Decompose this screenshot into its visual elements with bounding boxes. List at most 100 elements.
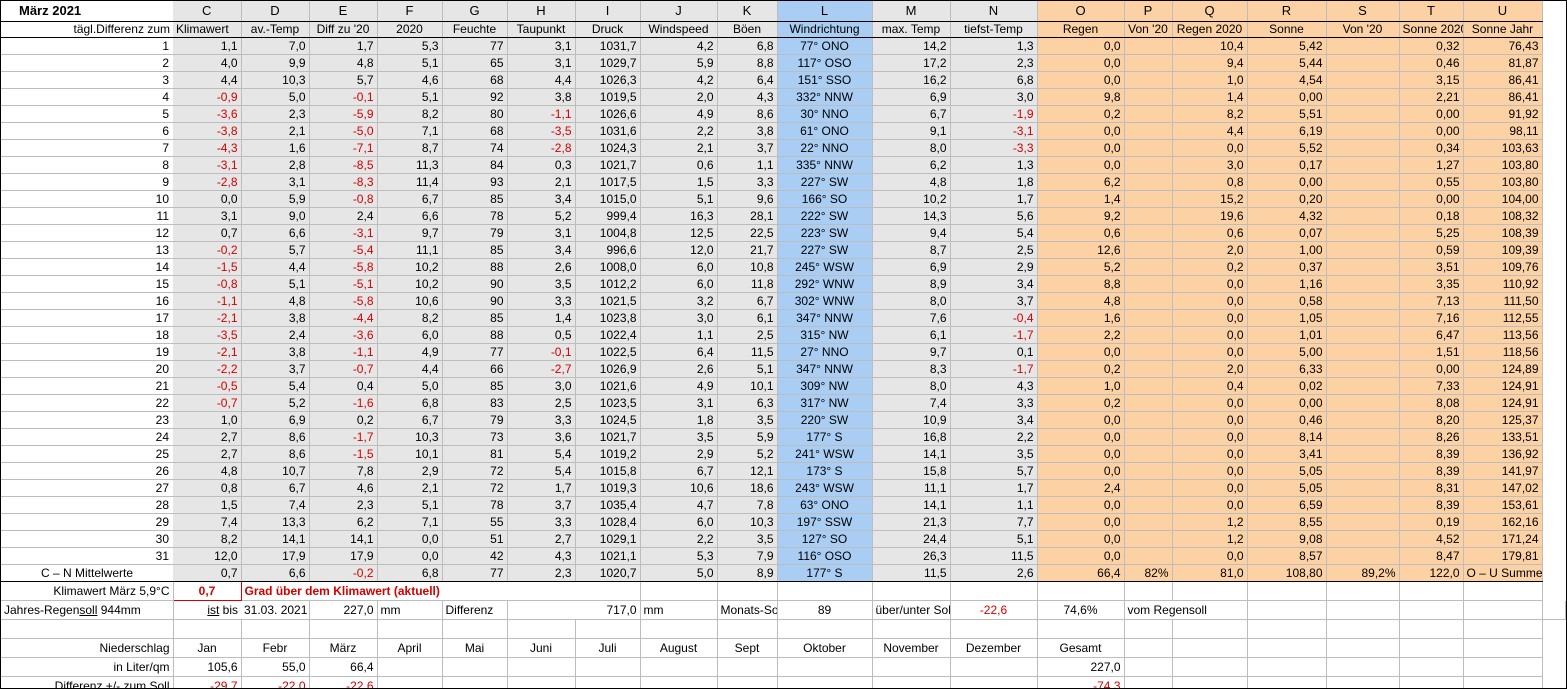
table-cell[interactable]: 1012,2 [575, 275, 641, 293]
table-cell[interactable]: 77 [442, 37, 508, 55]
table-cell[interactable]: 88 [442, 326, 508, 344]
column-letter-d[interactable]: D [241, 1, 310, 22]
table-cell[interactable]: 0,2 [1172, 258, 1248, 276]
diff-cell[interactable] [575, 676, 641, 688]
table-cell[interactable]: 6,47 [1399, 326, 1464, 344]
table-cell[interactable]: 1026,3 [575, 71, 641, 89]
table-cell[interactable]: 6,6 [241, 224, 310, 242]
table-cell[interactable]: 92 [442, 88, 508, 106]
table-cell[interactable] [1124, 394, 1173, 412]
table-cell[interactable]: 28,1 [717, 207, 778, 225]
table-cell[interactable]: 1,8 [640, 411, 718, 429]
table-cell[interactable]: 103,80 [1463, 156, 1543, 174]
table-cell[interactable]: 179,81 [1463, 547, 1543, 565]
table-cell[interactable]: 335° NNW [777, 156, 873, 174]
table-cell[interactable]: 88 [442, 258, 508, 276]
table-cell[interactable]: 76,43 [1463, 37, 1543, 55]
row-day[interactable]: 22 [1, 394, 173, 412]
diff-cell[interactable] [717, 676, 778, 688]
table-cell[interactable]: 4,8 [241, 292, 310, 310]
table-cell[interactable]: 108,32 [1463, 207, 1543, 225]
table-cell[interactable]: 5,4 [507, 462, 576, 480]
table-cell[interactable]: 3,1 [507, 37, 576, 55]
table-cell[interactable] [1124, 343, 1173, 361]
table-cell[interactable]: 2,9 [640, 445, 718, 463]
table-cell[interactable]: 0,59 [1399, 241, 1464, 259]
table-cell[interactable] [1326, 326, 1400, 344]
table-cell[interactable]: 0,32 [1399, 37, 1464, 55]
table-cell[interactable]: 292° WNW [777, 275, 873, 293]
table-cell[interactable]: 3,3 [507, 513, 576, 531]
diff-cell[interactable] [377, 676, 443, 688]
table-cell[interactable]: 6,2 [1037, 173, 1125, 191]
table-cell[interactable]: 3,5 [950, 445, 1038, 463]
table-cell[interactable]: 0,0 [1037, 343, 1125, 361]
table-cell[interactable]: 347° NNW [777, 309, 873, 327]
table-cell[interactable]: 8,0 [872, 377, 951, 395]
table-cell[interactable]: 93 [442, 173, 508, 191]
table-cell[interactable]: 2,4 [309, 207, 378, 225]
table-cell[interactable]: 15,8 [872, 462, 951, 480]
table-cell[interactable]: 3,15 [1399, 71, 1464, 89]
table-cell[interactable]: -5,4 [309, 241, 378, 259]
table-cell[interactable]: 5,1 [377, 88, 443, 106]
table-cell[interactable]: 0,19 [1399, 513, 1464, 531]
table-cell[interactable]: 72 [442, 462, 508, 480]
mean-cell[interactable]: -0,2 [309, 564, 378, 582]
row-day[interactable]: 12 [1, 224, 173, 242]
table-cell[interactable]: 6,4 [640, 343, 718, 361]
table-cell[interactable]: -5,1 [309, 275, 378, 293]
table-cell[interactable]: 5,2 [507, 207, 576, 225]
row-day[interactable]: 28 [1, 496, 173, 514]
table-cell[interactable]: 11,3 [377, 156, 443, 174]
table-cell[interactable]: 5,51 [1247, 105, 1327, 123]
table-cell[interactable]: 1024,3 [575, 139, 641, 157]
table-cell[interactable]: 14,1 [309, 530, 378, 548]
table-cell[interactable]: 5,1 [717, 360, 778, 378]
table-cell[interactable]: 141,97 [1463, 462, 1543, 480]
table-cell[interactable]: 0,3 [507, 156, 576, 174]
table-cell[interactable]: 42 [442, 547, 508, 565]
table-cell[interactable]: 0,0 [1037, 411, 1125, 429]
table-cell[interactable] [1326, 105, 1400, 123]
row-day[interactable]: 29 [1, 513, 173, 531]
table-cell[interactable]: 0,0 [1037, 513, 1125, 531]
table-cell[interactable]: 0,7 [173, 224, 242, 242]
table-cell[interactable]: 1021,1 [575, 547, 641, 565]
table-cell[interactable] [1124, 309, 1173, 327]
table-cell[interactable]: 3,4 [950, 411, 1038, 429]
column-letter-c[interactable]: C [173, 1, 242, 22]
table-cell[interactable] [1124, 428, 1173, 446]
table-cell[interactable]: 0,0 [1037, 496, 1125, 514]
table-cell[interactable]: -5,9 [309, 105, 378, 123]
table-cell[interactable]: 302° WNW [777, 292, 873, 310]
row-day[interactable]: 6 [1, 122, 173, 140]
table-cell[interactable]: 16,8 [872, 428, 951, 446]
table-cell[interactable]: 8,8 [717, 54, 778, 72]
table-cell[interactable]: 0,0 [1037, 156, 1125, 174]
table-cell[interactable]: 8,57 [1247, 547, 1327, 565]
table-cell[interactable] [1326, 479, 1400, 497]
table-cell[interactable]: 315° NW [777, 326, 873, 344]
diff-cell[interactable]: -22,0 [241, 676, 310, 688]
table-cell[interactable]: 1029,1 [575, 530, 641, 548]
table-cell[interactable] [1326, 156, 1400, 174]
table-cell[interactable]: -3,8 [173, 122, 242, 140]
table-cell[interactable]: 1,3 [950, 37, 1038, 55]
table-cell[interactable]: -1,9 [950, 105, 1038, 123]
row-day[interactable]: 11 [1, 207, 173, 225]
table-cell[interactable]: 0,0 [377, 530, 443, 548]
table-cell[interactable] [1326, 377, 1400, 395]
diff-cell[interactable] [640, 676, 718, 688]
liter-cell[interactable] [950, 657, 1038, 677]
diff-cell[interactable] [442, 676, 508, 688]
table-cell[interactable]: 0,2 [1037, 105, 1125, 123]
table-cell[interactable]: 4,9 [377, 343, 443, 361]
table-cell[interactable]: 0,37 [1247, 258, 1327, 276]
table-cell[interactable]: 127° SO [777, 530, 873, 548]
table-cell[interactable]: 2,5 [950, 241, 1038, 259]
table-cell[interactable]: 133,51 [1463, 428, 1543, 446]
table-cell[interactable]: 15,2 [1172, 190, 1248, 208]
table-cell[interactable] [1124, 71, 1173, 89]
table-cell[interactable]: 21,7 [717, 241, 778, 259]
